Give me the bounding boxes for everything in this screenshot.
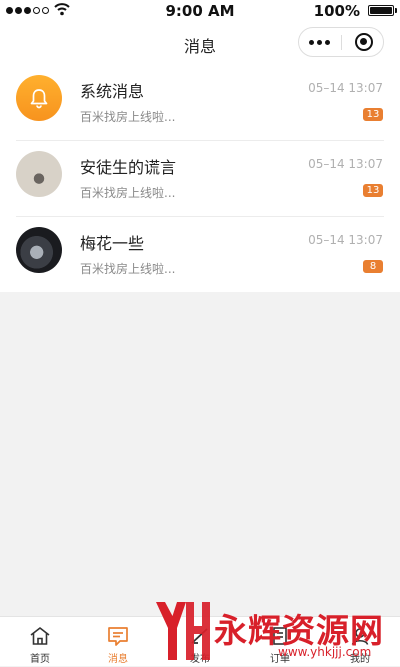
message-item[interactable]: 安徒生的谎言 百米找房上线啦... 05–14 13:07 13 [0,140,400,216]
watermark-url: www.yhkjjj.com [278,645,372,659]
unread-badge: 8 [363,260,383,273]
message-item[interactable]: 梅花一些 百米找房上线啦... 05–14 13:07 8 [0,216,400,292]
avatar [16,151,62,197]
contact-name: 梅花一些 [80,234,145,253]
message-preview: 百米找房上线啦... [80,110,176,124]
status-bar: 9:00 AM 100% [0,0,400,22]
contact-name: 系统消息 [80,82,145,101]
tab-label: 消息 [108,654,128,665]
contact-name: 安徒生的谎言 [80,158,177,177]
bell-icon [30,89,48,109]
watermark-logo [156,602,210,660]
message-time: 05–14 13:07 [308,81,383,95]
message-time: 05–14 13:07 [308,157,383,171]
battery-icon [368,5,394,16]
watermark: 永辉资源网 www.yhkjjj.com [150,596,395,666]
battery-percent: 100% [313,2,360,20]
home-icon [30,627,50,645]
message-item[interactable]: 系统消息 百米找房上线啦... 05–14 13:07 13 [0,64,400,140]
close-target-icon[interactable] [355,33,373,51]
message-preview: 百米找房上线啦... [80,262,176,276]
message-time: 05–14 13:07 [308,233,383,247]
message-preview: 百米找房上线啦... [80,186,176,200]
tab-label: 首页 [30,654,50,665]
avatar [16,75,62,121]
message-list: 系统消息 百米找房上线啦... 05–14 13:07 13 安徒生的谎言 百米… [0,64,400,292]
tab-messages[interactable]: 消息 [78,617,158,667]
tab-home[interactable]: 首页 [0,617,80,667]
message-icon [108,627,128,646]
nav-bar: 消息 [0,22,400,64]
unread-badge: 13 [363,184,383,197]
more-icon[interactable] [309,40,330,45]
avatar [16,227,62,273]
unread-badge: 13 [363,108,383,121]
mini-program-capsule [298,27,384,57]
